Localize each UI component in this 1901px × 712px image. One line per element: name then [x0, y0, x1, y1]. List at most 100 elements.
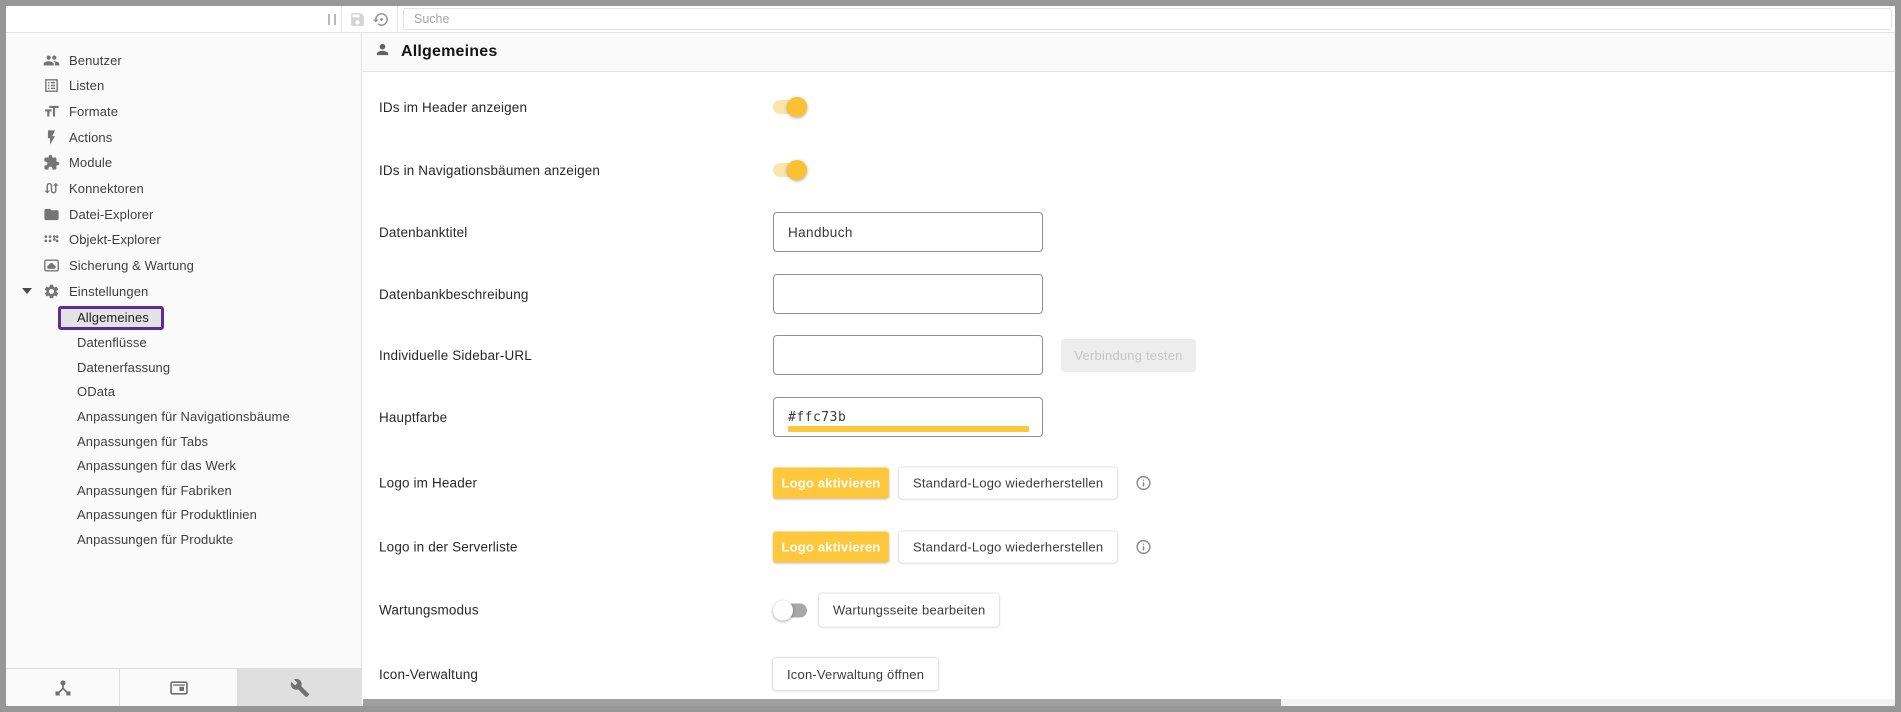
edit-maintenance-page-button[interactable]: Wartungsseite bearbeiten: [819, 594, 999, 627]
puzzle-icon: [43, 154, 60, 171]
sidebar-item-konnektoren[interactable]: Konnektoren: [6, 176, 360, 202]
toggle-switch-on[interactable]: [773, 97, 807, 117]
sidebar-item-listen[interactable]: Listen: [6, 73, 360, 99]
setting-controls: [773, 97, 807, 117]
setting-controls: Wartungsseite bearbeiten: [773, 594, 999, 627]
setting-row-wartungsmodus: WartungsmodusWartungsseite bearbeiten: [379, 594, 1887, 627]
sidebar-item-label: Konnektoren: [69, 181, 144, 196]
setting-row-individuelle-sidebar-url: Individuelle Sidebar-URLVerbindung teste…: [379, 335, 1887, 375]
scrollbar-thumb[interactable]: [363, 699, 1281, 706]
toggle-switch-on[interactable]: [773, 160, 807, 180]
restore-icon[interactable]: [373, 11, 390, 28]
sidebar-subitem-anpassungen-für-navigationsbäume[interactable]: Anpassungen für Navigationsbäume: [6, 405, 360, 427]
sidebar-item-sicherung-wartung[interactable]: Sicherung & Wartung: [6, 253, 360, 279]
setting-label: IDs in Navigationsbäumen anzeigen: [379, 163, 773, 178]
sidebar-item-datei-explorer[interactable]: Datei-Explorer: [6, 201, 360, 227]
sidebar-tab-tools[interactable]: [238, 669, 362, 706]
sidebar-subitem-datenerfassung[interactable]: Datenerfassung: [6, 356, 360, 378]
sidebar-subitem-anpassungen-für-produkte[interactable]: Anpassungen für Produkte: [6, 528, 360, 550]
sidebar-item-label: Benutzer: [69, 53, 122, 68]
text-input[interactable]: [788, 225, 1028, 240]
panel-resize-handle[interactable]: [328, 14, 336, 25]
sidebar-subitem-label: Allgemeines: [58, 306, 164, 330]
text-field[interactable]: [773, 274, 1043, 314]
toggle-switch-off[interactable]: [773, 600, 807, 620]
activate-logo-button[interactable]: Logo aktivieren: [773, 532, 889, 563]
sidebar-item-einstellungen[interactable]: Einstellungen: [6, 278, 360, 304]
gear-icon: [43, 283, 60, 300]
sidebar-subitem-label: Anpassungen für Produktlinien: [77, 507, 257, 522]
horizontal-scrollbar[interactable]: [363, 699, 1895, 706]
text-input[interactable]: [788, 287, 1028, 302]
toggle-knob: [787, 97, 807, 117]
grid-dots-icon: [43, 231, 60, 248]
sidebar-subitem-anpassungen-für-das-werk[interactable]: Anpassungen für das Werk: [6, 455, 360, 477]
sidebar-subitem-label: Anpassungen für Fabriken: [77, 483, 232, 498]
sidebar-item-label: Listen: [69, 78, 104, 93]
sidebar-item-objekt-explorer[interactable]: Objekt-Explorer: [6, 227, 360, 253]
setting-row-logo-im-header: Logo im HeaderLogo aktivierenStandard-Lo…: [379, 468, 1887, 499]
setting-controls: Verbindung testen: [773, 335, 1196, 375]
sidebar-tab-hierarchy[interactable]: [6, 669, 120, 706]
sidebar-subitem-label: Datenflüsse: [77, 335, 147, 350]
toggle-knob: [787, 160, 807, 180]
hub-icon: [53, 678, 73, 698]
sidebar-subitem-anpassungen-für-fabriken[interactable]: Anpassungen für Fabriken: [6, 479, 360, 501]
text-input[interactable]: [788, 348, 1028, 363]
info-icon[interactable]: [1135, 539, 1152, 556]
sidebar-subitem-datenflüsse[interactable]: Datenflüsse: [6, 332, 360, 354]
restore-default-logo-button[interactable]: Standard-Logo wiederherstellen: [899, 532, 1117, 563]
page-title: Allgemeines: [401, 43, 497, 61]
setting-controls: [773, 160, 807, 180]
setting-row-ids-im-header-anzeigen: IDs im Header anzeigen: [379, 97, 1887, 117]
expand-caret-icon[interactable]: [22, 288, 32, 294]
restore-default-logo-button[interactable]: Standard-Logo wiederherstellen: [899, 468, 1117, 499]
setting-row-logo-in-der-serverliste: Logo in der ServerlisteLogo aktivierenSt…: [379, 532, 1887, 563]
format-size-icon: [43, 103, 60, 120]
sidebar-subitem-label: Datenerfassung: [77, 360, 170, 375]
sidebar-subitem-odata[interactable]: OData: [6, 381, 360, 403]
color-field[interactable]: [773, 397, 1043, 437]
toolbar-divider: [341, 6, 342, 33]
toolbar-divider: [397, 6, 398, 33]
sidebar-tab-layout[interactable]: [120, 669, 238, 706]
sidebar-subitem-anpassungen-für-produktlinien[interactable]: Anpassungen für Produktlinien: [6, 504, 360, 526]
text-field[interactable]: [773, 212, 1043, 252]
sidebar-item-label: Objekt-Explorer: [69, 232, 161, 247]
group-icon: [43, 52, 60, 69]
sidebar-item-label: Datei-Explorer: [69, 207, 153, 222]
sidebar: Benutzer Listen Formate Actions Module Konnek…: [6, 33, 362, 706]
sidebar-subitem-anpassungen-für-tabs[interactable]: Anpassungen für Tabs: [6, 430, 360, 452]
setting-controls: [773, 397, 1043, 437]
folder-icon: [43, 206, 60, 223]
setting-row-datenbanktitel: Datenbanktitel: [379, 212, 1887, 252]
color-input[interactable]: [788, 410, 1028, 425]
info-icon[interactable]: [1135, 475, 1152, 492]
sidebar-item-benutzer[interactable]: Benutzer: [6, 47, 360, 73]
setting-label: Datenbankbeschreibung: [379, 287, 773, 302]
app-window: Benutzer Listen Formate Actions Module Konnek…: [0, 0, 1901, 712]
sidebar-subitem-allgemeines[interactable]: Allgemeines: [6, 307, 360, 329]
setting-row-datenbankbeschreibung: Datenbankbeschreibung: [379, 274, 1887, 314]
open-icon-management-button[interactable]: Icon-Verwaltung öffnen: [773, 658, 938, 690]
sidebar-item-label: Einstellungen: [69, 284, 148, 299]
text-field[interactable]: [773, 335, 1043, 375]
setting-controls: Logo aktivieren Standard-Logo wiederherst…: [773, 532, 1152, 563]
connector-icon: [43, 180, 60, 197]
activate-logo-button[interactable]: Logo aktivieren: [773, 468, 889, 499]
page-header: Allgemeines: [363, 33, 1895, 72]
sidebar-subitem-label: OData: [77, 384, 115, 399]
sidebar-footer-tabs: [6, 668, 362, 706]
sidebar-subitem-label: Anpassungen für Tabs: [77, 434, 208, 449]
sidebar-item-actions[interactable]: Actions: [6, 124, 360, 150]
setting-row-hauptfarbe: Hauptfarbe: [379, 397, 1887, 437]
bolt-icon: [43, 129, 60, 146]
setting-label: Individuelle Sidebar-URL: [379, 348, 773, 363]
sidebar-item-label: Sicherung & Wartung: [69, 258, 194, 273]
save-icon[interactable]: [349, 11, 366, 28]
sidebar-item-formate[interactable]: Formate: [6, 98, 360, 124]
setting-row-ids-in-navigationsbäumen-anzeigen: IDs in Navigationsbäumen anzeigen: [379, 160, 1887, 180]
sidebar-item-label: Actions: [69, 130, 112, 145]
sidebar-item-module[interactable]: Module: [6, 150, 360, 176]
search-input[interactable]: [403, 8, 1892, 30]
